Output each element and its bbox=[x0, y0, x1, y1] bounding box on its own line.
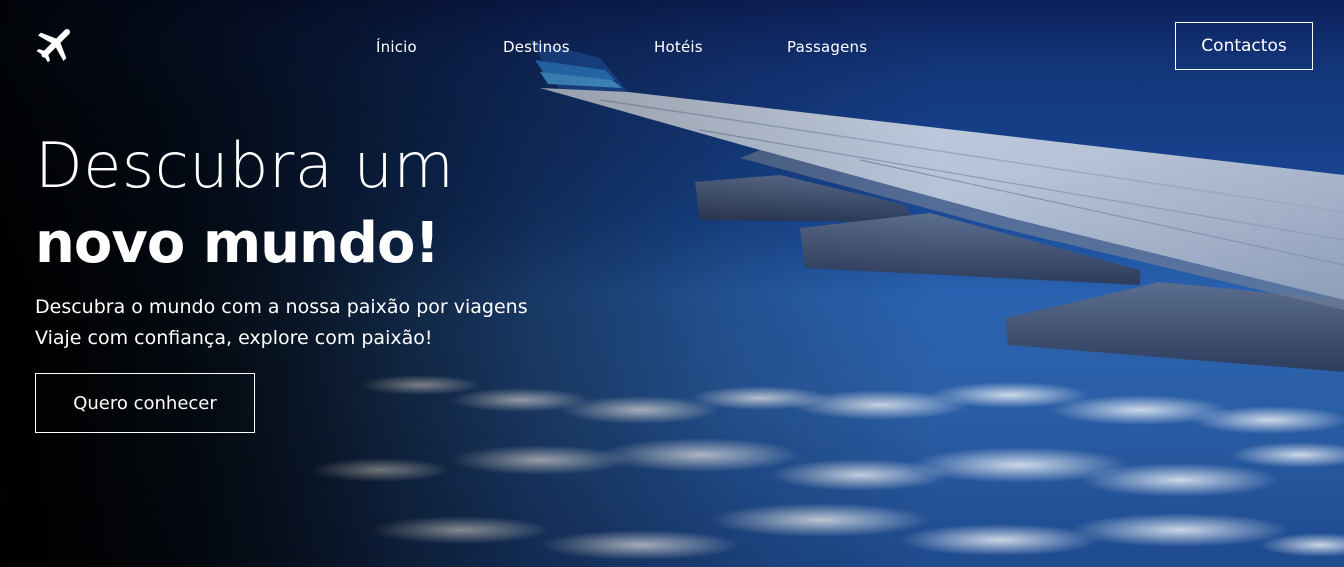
nav-link-hoteis[interactable]: Hotéis bbox=[654, 38, 703, 56]
hero-headline-bold: novo mundo! bbox=[35, 211, 440, 276]
contact-button[interactable]: Contactos bbox=[1175, 22, 1313, 70]
hero-subtitle-line1: Descubra o mundo com a nossa paixão por … bbox=[35, 296, 528, 318]
nav-link-inicio[interactable]: Ínicio bbox=[376, 38, 417, 56]
top-navigation: Ínicio Destinos Hotéis Passagens Contact… bbox=[0, 0, 1344, 95]
hero-section: Ínicio Destinos Hotéis Passagens Contact… bbox=[0, 0, 1344, 567]
nav-link-destinos[interactable]: Destinos bbox=[503, 38, 570, 56]
nav-menu: Ínicio Destinos Hotéis Passagens bbox=[0, 38, 1344, 62]
hero-headline-light: Descubra um bbox=[35, 129, 455, 202]
hero-subtitle-line2: Viaje com confiança, explore com paixão! bbox=[35, 327, 433, 349]
nav-link-passagens[interactable]: Passagens bbox=[787, 38, 867, 56]
cta-button[interactable]: Quero conhecer bbox=[35, 373, 255, 433]
